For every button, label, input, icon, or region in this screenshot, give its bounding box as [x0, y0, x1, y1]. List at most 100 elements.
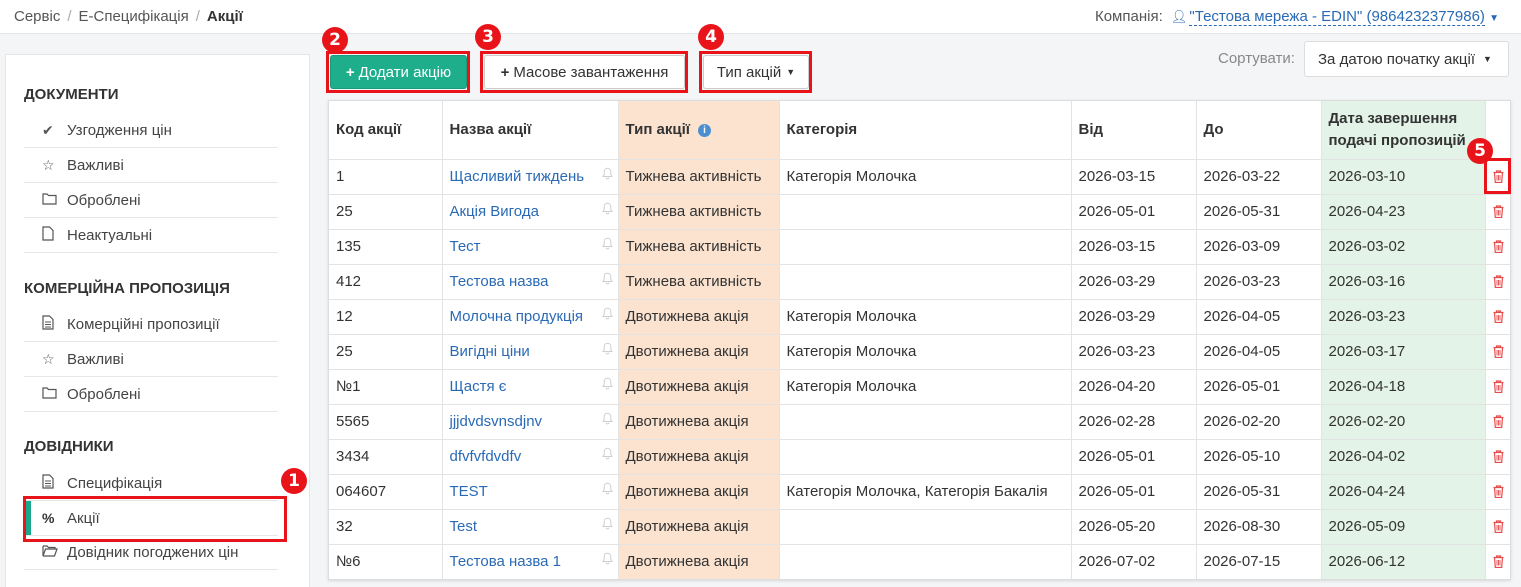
sidebar-item-important-2[interactable]: ☆ Важливі [24, 342, 278, 377]
sidebar-item-irrelevant[interactable]: Неактуальні [24, 218, 278, 253]
cell-from: 2026-03-23 [1071, 334, 1197, 370]
trash-icon[interactable] [1493, 275, 1505, 288]
bell-icon[interactable] [601, 342, 613, 358]
breadcrumb-item-especification[interactable]: Е-Специфікація [79, 8, 189, 25]
sort-value: За датою початку акції [1318, 50, 1476, 68]
sidebar-item-label: Специфікація [67, 474, 163, 492]
chevron-down-icon[interactable]: ▼ [1489, 13, 1499, 24]
trash-icon[interactable] [1493, 345, 1505, 358]
promotion-name-link[interactable]: Щасливий тиждень [450, 168, 585, 185]
bell-icon[interactable] [601, 552, 613, 568]
company-link[interactable]: "Тестова мережа - EDIN" (9864232377986) [1189, 8, 1485, 26]
promotion-name-link[interactable]: Тестова назва [450, 273, 549, 290]
cell-code: 412 [329, 264, 443, 300]
header-category[interactable]: Категорія [779, 101, 1072, 160]
table-row: №1 Щастя є Двотижнева акція Категорія Молоч… [329, 369, 1510, 405]
sidebar-item-label: Акції [67, 509, 100, 527]
document-icon [42, 474, 62, 492]
cell-to: 2026-03-22 [1196, 159, 1322, 195]
trash-icon[interactable] [1493, 415, 1505, 428]
trash-icon[interactable] [1493, 520, 1505, 533]
breadcrumb-item-service[interactable]: Сервіс [14, 8, 60, 25]
header-type[interactable]: Тип акції i [618, 101, 780, 160]
cell-type: Тижнева активність [618, 264, 780, 300]
cell-code: 1 [329, 159, 443, 195]
promotion-type-label: Тип акцій [716, 63, 782, 81]
bell-icon[interactable] [601, 412, 613, 428]
cell-category [779, 229, 1072, 265]
sort-select[interactable]: За датою початку акції ▼ [1304, 41, 1509, 77]
active-indicator [26, 501, 31, 535]
cell-type: Двотижнева акція [618, 544, 780, 579]
bell-icon[interactable] [601, 482, 613, 498]
promotion-name-link[interactable]: Щастя є [450, 378, 507, 395]
cell-category: Категорія Молочка [779, 369, 1072, 405]
trash-icon[interactable] [1493, 170, 1505, 183]
file-icon [42, 226, 62, 244]
bell-icon[interactable] [601, 237, 613, 253]
trash-icon[interactable] [1493, 485, 1505, 498]
sidebar-item-processed-2[interactable]: Оброблені [24, 377, 278, 412]
cell-type: Тижнева активність [618, 159, 780, 195]
delete-cell [1485, 474, 1510, 510]
promotion-name-link[interactable]: Вигідні ціни [450, 343, 530, 360]
bell-icon[interactable] [601, 272, 613, 288]
cell-category [779, 194, 1072, 230]
trash-icon[interactable] [1493, 450, 1505, 463]
header-from[interactable]: Від [1071, 101, 1197, 160]
header-name[interactable]: Назва акції [442, 101, 619, 160]
promotion-name-link[interactable]: Test [450, 518, 478, 535]
promotion-name-link[interactable]: Тестова назва 1 [450, 553, 562, 570]
trash-icon[interactable] [1493, 205, 1505, 218]
cell-from: 2026-04-20 [1071, 369, 1197, 405]
bell-icon[interactable] [601, 447, 613, 463]
callout-badge-3: 3 [475, 24, 501, 50]
header-deadline[interactable]: Дата завершення подачі пропозицій [1321, 101, 1486, 160]
sidebar-item-commercial-offers[interactable]: Комерційні пропозиції [24, 307, 278, 342]
delete-cell [1485, 404, 1510, 440]
cell-to: 2026-02-20 [1196, 404, 1322, 440]
table-row: 12 Молочна продукція Двотижнева акція Катег… [329, 299, 1510, 335]
promotion-name-link[interactable]: jjjdvdsvnsdjnv [450, 413, 543, 430]
trash-icon[interactable] [1493, 555, 1505, 568]
bell-icon[interactable] [601, 517, 613, 533]
add-promotion-label: Додати акцію [358, 63, 452, 81]
cell-to: 2026-04-05 [1196, 299, 1322, 335]
sidebar-item-processed[interactable]: Оброблені [24, 183, 278, 218]
trash-icon[interactable] [1493, 310, 1505, 323]
cell-to: 2026-08-30 [1196, 509, 1322, 545]
sidebar-item-specification[interactable]: Специфікація [24, 466, 278, 501]
promotion-name-link[interactable]: Акція Вигода [450, 203, 539, 220]
table-row: 135 Тест Тижнева активність 2026-03-15 2026-… [329, 229, 1510, 265]
promotion-name-link[interactable]: Тест [450, 238, 481, 255]
sidebar-item-important[interactable]: ☆ Важливі [24, 148, 278, 183]
table-row: 3434 dfvfvfdvdfv Двотижнева акція 2026-05-0… [329, 439, 1510, 475]
cell-to: 2026-04-05 [1196, 334, 1322, 370]
info-icon[interactable]: i [698, 124, 711, 138]
cell-name: Тестова назва [442, 264, 619, 300]
cell-name: Акція Вигода [442, 194, 619, 230]
sidebar-item-agreed-prices[interactable]: Довідник погоджених цін [24, 535, 278, 570]
sidebar-item-price-approval[interactable]: ✔ Узгодження цін [24, 113, 278, 148]
company-selector[interactable]: Компанія: 👤︎ "Тестова мережа - EDIN" (986… [1095, 8, 1499, 26]
folder-icon [42, 386, 62, 402]
delete-cell [1485, 544, 1510, 579]
promotion-name-link[interactable]: dfvfvfdvdfv [450, 448, 522, 465]
bell-icon[interactable] [601, 307, 613, 323]
bell-icon[interactable] [601, 377, 613, 393]
bell-icon[interactable] [601, 167, 613, 183]
header-to[interactable]: До [1196, 101, 1322, 160]
trash-icon[interactable] [1493, 240, 1505, 253]
bell-icon[interactable] [601, 202, 613, 218]
add-promotion-button[interactable]: + Додати акцію [330, 55, 467, 89]
sidebar-item-promotions[interactable]: % Акції [24, 501, 278, 536]
cell-name: Вигідні ціни [442, 334, 619, 370]
promotion-name-link[interactable]: TEST [450, 483, 488, 500]
promotion-name-link[interactable]: Молочна продукція [450, 308, 584, 325]
promotion-type-dropdown[interactable]: Тип акцій ▼ [703, 55, 809, 89]
trash-icon[interactable] [1493, 380, 1505, 393]
mass-upload-button[interactable]: + Масове завантаження [484, 55, 685, 89]
sidebar-item-label: Комерційні пропозиції [67, 315, 220, 333]
header-code[interactable]: Код акції [329, 101, 443, 160]
cell-type: Двотижнева акція [618, 334, 780, 370]
